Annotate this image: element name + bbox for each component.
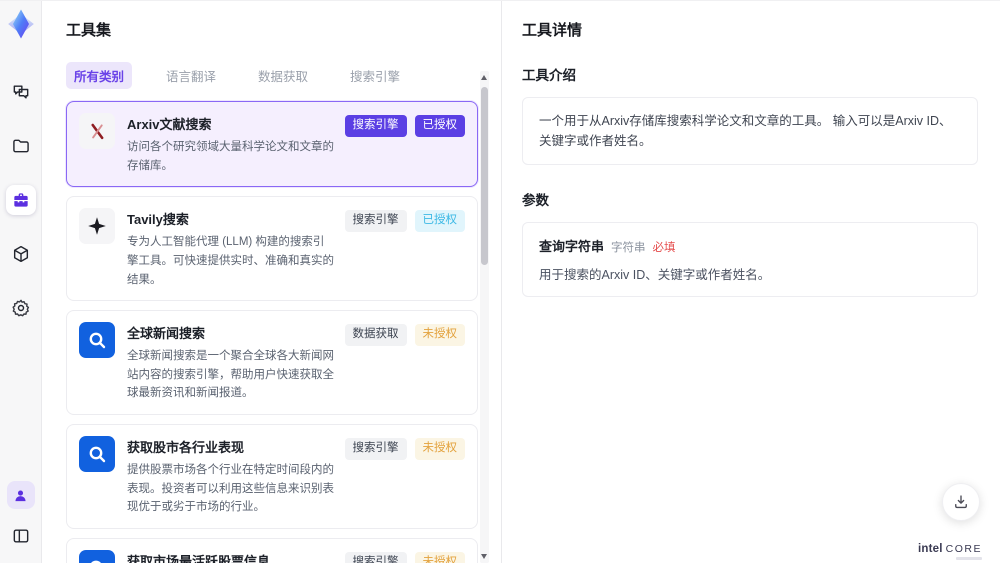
category-badge: 数据获取 (344, 324, 407, 346)
tab-all-categories[interactable]: 所有类别 (66, 62, 133, 89)
page-title: 工具集 (66, 22, 112, 39)
toolbox-icon[interactable] (5, 185, 36, 215)
tool-badges: 搜索引擎 未授权 (344, 550, 465, 563)
category-badge: 搜索引擎 (344, 115, 407, 137)
list-scrollbar[interactable] (480, 71, 489, 563)
scroll-down-arrow[interactable] (481, 554, 487, 559)
param-name: 查询字符串 (539, 239, 605, 254)
scroll-up-arrow[interactable] (481, 75, 487, 80)
intel-badge-underline (956, 557, 982, 560)
tool-name: 全球新闻搜索 (127, 326, 206, 342)
tool-name: 获取股市各行业表现 (127, 440, 245, 455)
param-required-flag: 必填 (652, 242, 676, 254)
arxiv-logo-icon (79, 113, 115, 149)
auth-status-badge: 已授权 (414, 115, 465, 137)
tool-detail-panel: 工具详情 工具介绍 一个用于从Arxiv存储库搜索科学论文和文章的工具。 输入可… (502, 1, 1000, 563)
category-badge: 搜索引擎 (344, 438, 407, 460)
intro-heading: 工具介绍 (522, 68, 576, 83)
tool-badges: 数据获取 未授权 (344, 322, 465, 346)
download-button[interactable] (942, 483, 980, 521)
tool-card-global-news[interactable]: 全球新闻搜索 全球新闻搜索是一个聚合全球各大新闻网站内容的搜索引擎，帮助用户快速… (66, 310, 478, 415)
tab-language-translation[interactable]: 语言翻译 (158, 62, 224, 89)
collapse-panel-icon[interactable] (6, 521, 36, 551)
tool-badges: 搜索引擎 未授权 (344, 436, 465, 460)
tools-list-panel: 工具集 所有类别 语言翻译 数据获取 搜索引擎 Arxiv文献搜索 访问各个研究… (42, 1, 502, 563)
tavily-star-icon (79, 208, 115, 245)
rail-bottom (6, 481, 36, 551)
category-tabs: 所有类别 语言翻译 数据获取 搜索引擎 (66, 62, 501, 89)
tool-description: 全球新闻搜索是一个聚合全球各大新闻网站内容的搜索引擎，帮助用户快速获取全球最新资… (127, 350, 334, 400)
auth-status-badge: 已授权 (414, 210, 465, 232)
tool-description: 访问各个研究领域大量科学论文和文章的存储库。 (127, 141, 334, 172)
tool-card-sector-performance[interactable]: 获取股市各行业表现 提供股票市场各个行业在特定时间段内的表现。投资者可以利用这些… (66, 424, 478, 529)
auth-status-badge: 未授权 (414, 438, 465, 460)
detail-title: 工具详情 (522, 22, 583, 39)
core-logo-text: core (945, 543, 982, 555)
tool-card-arxiv[interactable]: Arxiv文献搜索 访问各个研究领域大量科学论文和文章的存储库。 搜索引擎 已授… (66, 101, 478, 188)
intel-core-logo: intel core (918, 543, 982, 555)
icon-rail (0, 1, 42, 563)
tool-description: 提供股票市场各个行业在特定时间段内的表现。投资者可以利用这些信息来识别表现优于或… (127, 464, 334, 514)
search-app-icon (79, 549, 115, 563)
auth-status-badge: 未授权 (414, 324, 465, 346)
tab-search-engine[interactable]: 搜索引擎 (342, 62, 408, 89)
scrollbar-thumb[interactable] (481, 87, 488, 265)
search-app-icon (79, 322, 115, 359)
param-description: 用于搜索的Arxiv ID、关键字或作者姓名。 (539, 268, 771, 282)
param-header-row: 查询字符串 字符串 必填 (539, 236, 961, 255)
category-badge: 搜索引擎 (344, 551, 407, 563)
param-type: 字符串 (611, 242, 646, 254)
app-window: 工具集 所有类别 语言翻译 数据获取 搜索引擎 Arxiv文献搜索 访问各个研究… (0, 0, 1000, 563)
user-avatar-icon[interactable] (6, 481, 35, 509)
tool-name: Arxiv文献搜索 (127, 117, 212, 132)
folder-icon[interactable] (6, 131, 36, 161)
rail-nav (5, 77, 36, 323)
tool-name: 获取市场最活跃股票信息 (127, 553, 271, 563)
settings-gear-icon[interactable] (6, 293, 36, 323)
intro-card: 一个用于从Arxiv存储库搜索科学论文和文章的工具。 输入可以是Arxiv ID… (522, 97, 978, 165)
category-badge: 搜索引擎 (344, 210, 407, 232)
intel-logo-text: intel (918, 543, 943, 555)
tool-badges: 搜索引擎 已授权 (344, 113, 465, 137)
tool-description: 专为人工智能代理 (LLM) 构建的搜索引擎工具。可快速提供实时、准确和真实的结… (127, 236, 334, 286)
tool-card-active-stocks[interactable]: 获取市场最活跃股票信息 提供当天交易量最高的股票列表，投资者可以利用这些信息来识… (66, 537, 478, 563)
search-app-icon (79, 436, 115, 472)
param-card: 查询字符串 字符串 必填 用于搜索的Arxiv ID、关键字或作者姓名。 (522, 222, 978, 297)
tool-name: Tavily搜索 (127, 212, 189, 228)
download-icon (955, 495, 967, 509)
intro-text: 一个用于从Arxiv存储库搜索科学论文和文章的工具。 输入可以是Arxiv ID… (539, 114, 952, 148)
app-logo-icon (6, 9, 36, 39)
params-heading: 参数 (522, 193, 549, 208)
tab-data-acquisition[interactable]: 数据获取 (250, 62, 316, 89)
tool-badges: 搜索引擎 已授权 (344, 208, 465, 232)
tool-list: Arxiv文献搜索 访问各个研究领域大量科学论文和文章的存储库。 搜索引擎 已授… (66, 101, 478, 563)
auth-status-badge: 未授权 (414, 551, 465, 563)
package-cube-icon[interactable] (6, 239, 36, 269)
tool-card-tavily[interactable]: Tavily搜索 专为人工智能代理 (LLM) 构建的搜索引擎工具。可快速提供实… (66, 196, 478, 302)
chat-icon[interactable] (6, 77, 36, 107)
